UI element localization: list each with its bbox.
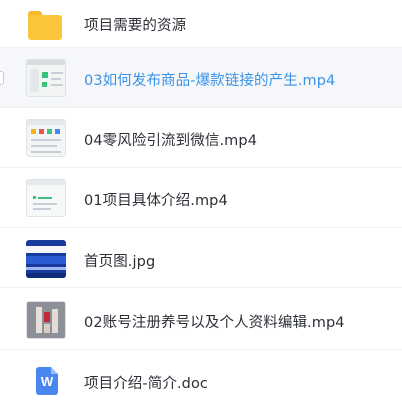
file-name: 项目需要的资源 <box>84 18 187 34</box>
file-list: 项目需要的资源 03如何发布商品-爆款链接的产生.mp4 04零风险引流到微信.… <box>0 0 402 400</box>
row-checkbox[interactable] <box>0 70 4 85</box>
file-name: 02账号注册养号以及个人资料编辑.mp4 <box>84 315 345 331</box>
file-name: 03如何发布商品-爆款链接的产生.mp4 <box>84 73 336 89</box>
video-thumbnail-icon <box>26 179 66 217</box>
word-letter: W <box>40 374 54 389</box>
file-name: 首页图.jpg <box>84 254 156 270</box>
video-thumbnail-icon <box>26 301 66 339</box>
file-row-selected[interactable]: 03如何发布商品-爆款链接的产生.mp4 <box>0 48 402 108</box>
file-name: 项目介绍-简介.doc <box>84 376 208 392</box>
file-name: 01项目具体介绍.mp4 <box>84 193 228 209</box>
video-thumbnail-icon <box>26 59 66 97</box>
video-thumbnail-icon <box>26 119 66 157</box>
image-thumbnail-icon <box>26 240 66 278</box>
file-row[interactable]: 01项目具体介绍.mp4 <box>0 168 402 228</box>
file-row[interactable]: W 项目介绍-简介.doc <box>0 350 402 400</box>
file-row[interactable]: 04零风险引流到微信.mp4 <box>0 108 402 168</box>
file-name: 04零风险引流到微信.mp4 <box>84 133 258 149</box>
file-row[interactable]: 首页图.jpg <box>0 228 402 288</box>
file-row[interactable]: 02账号注册养号以及个人资料编辑.mp4 <box>0 288 402 350</box>
folder-icon <box>26 6 66 44</box>
file-row-folder[interactable]: 项目需要的资源 <box>0 0 402 48</box>
word-doc-icon: W <box>26 362 66 400</box>
